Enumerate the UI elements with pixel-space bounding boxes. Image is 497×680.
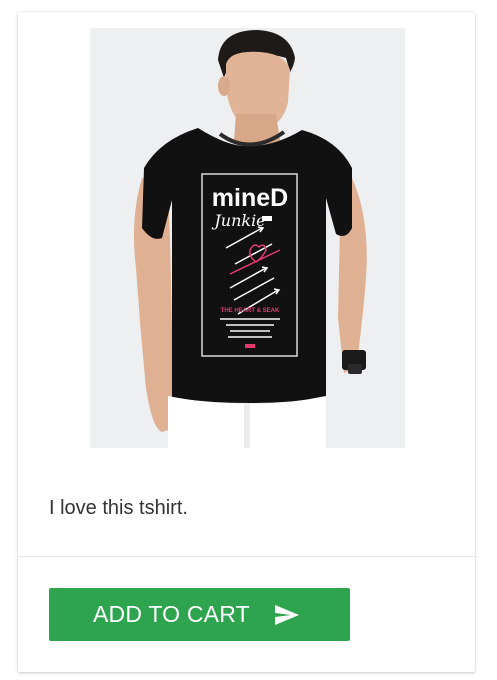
tshirt-brand-top: mineD [212,184,288,212]
tshirt-tagline: THE HEART & SEAK [221,308,280,314]
add-to-cart-button[interactable]: ADD TO CART [49,588,350,641]
product-image[interactable]: mineD Junkie THE HEART & SEAK [90,28,405,448]
product-card: mineD Junkie THE HEART & SEAK I love thi… [18,12,475,672]
product-description: I love this tshirt. [49,497,188,519]
tshirt-brand-bottom: Junkie [211,211,265,230]
send-icon [274,604,300,626]
card-divider [18,556,475,557]
add-to-cart-label: ADD TO CART [93,601,250,627]
tshirt-model-illustration: mineD Junkie THE HEART & SEAK [90,28,405,448]
